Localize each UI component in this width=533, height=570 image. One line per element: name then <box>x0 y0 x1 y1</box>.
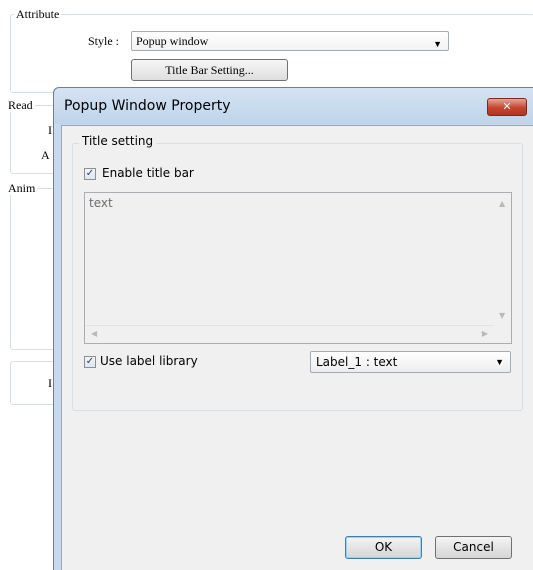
close-icon: ✕ <box>502 100 512 113</box>
scroll-left-icon[interactable]: ◀ <box>91 329 97 338</box>
checkmark-icon: ✓ <box>85 356 95 367</box>
read-group-legend: Read <box>6 98 35 112</box>
horizontal-scrollbar[interactable]: ◀ ▶ <box>85 325 494 343</box>
use-label-library-checkbox[interactable]: ✓ <box>84 356 96 368</box>
popup-window-property-dialog: Popup Window Property ✕ Title setting ✓ … <box>53 87 533 570</box>
title-setting-legend: Title setting <box>79 134 157 148</box>
read-group-fragment-1: I <box>48 123 52 137</box>
scroll-up-icon[interactable]: ▲ <box>499 199 505 208</box>
scroll-down-icon[interactable]: ▼ <box>499 311 505 320</box>
label-library-select-value: Label_1 : text <box>316 355 398 369</box>
title-bar-setting-button[interactable]: Title Bar Setting... <box>131 59 288 81</box>
dialog-titlebar[interactable]: Popup Window Property ✕ <box>54 88 533 124</box>
read-group-fragment-2: A <box>41 148 50 162</box>
style-select[interactable]: Popup window ▼ <box>131 31 449 51</box>
label-library-select[interactable]: Label_1 : text ▼ <box>310 351 511 373</box>
title-text-area[interactable]: text ▲ ▼ ◀ ▶ <box>84 192 512 344</box>
enable-title-bar-checkbox[interactable]: ✓ <box>84 168 96 180</box>
anim-group-legend: Anim <box>6 181 38 195</box>
lower-group-fragment: I <box>48 376 52 390</box>
use-label-library-label[interactable]: Use label library <box>100 354 198 368</box>
style-label: Style : <box>88 34 120 48</box>
chevron-down-icon: ▼ <box>433 39 442 49</box>
close-button[interactable]: ✕ <box>487 98 527 116</box>
scroll-right-icon[interactable]: ▶ <box>482 329 488 338</box>
attribute-group-legend: Attribute <box>14 7 62 21</box>
ok-button[interactable]: OK <box>345 536 422 559</box>
title-text-value: text <box>89 196 113 210</box>
style-select-value: Popup window <box>136 34 209 48</box>
dialog-title: Popup Window Property <box>64 98 231 114</box>
enable-title-bar-label[interactable]: Enable title bar <box>102 166 194 180</box>
attribute-group <box>10 14 533 93</box>
chevron-down-icon: ▼ <box>495 357 504 367</box>
cancel-button[interactable]: Cancel <box>435 536 512 559</box>
checkmark-icon: ✓ <box>85 168 95 179</box>
dialog-client-area: Title setting ✓ Enable title bar text ▲ … <box>61 125 533 570</box>
vertical-scrollbar[interactable]: ▲ ▼ <box>494 193 511 326</box>
